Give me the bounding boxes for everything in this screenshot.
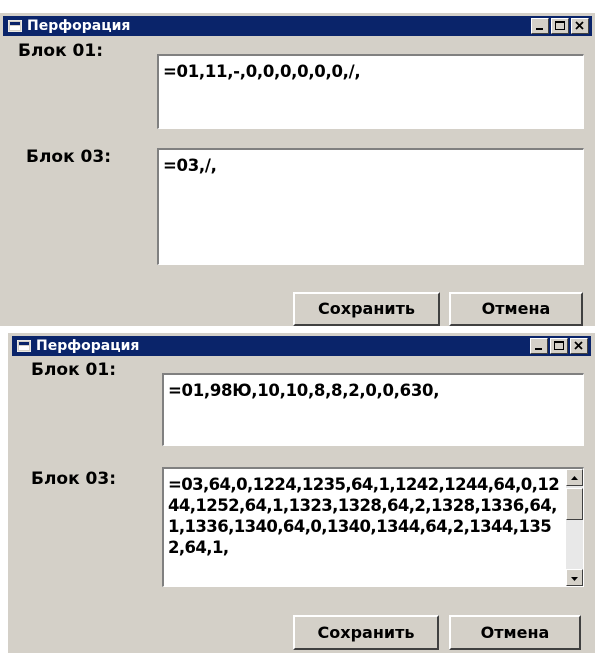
close-icon — [575, 21, 584, 30]
window-icon — [8, 20, 22, 32]
window-icon — [17, 340, 31, 352]
block01-value: =01,11,-,0,0,0,0,0,0,/, — [163, 62, 361, 81]
perforation-dialog-1: Перфорация Блок 01: =01,11,-,0,0,0,0,0,0… — [0, 13, 595, 326]
window-title: Перфорация — [27, 18, 131, 34]
block03-field[interactable]: =03,/, — [157, 148, 584, 265]
window-title: Перфорация — [36, 338, 140, 354]
block01-value: =01,98Ю,10,10,8,8,2,0,0,630, — [168, 381, 440, 400]
minimize-icon — [535, 348, 542, 350]
maximize-button[interactable] — [550, 338, 568, 354]
minimize-button[interactable] — [531, 18, 549, 34]
save-button[interactable]: Сохранить — [293, 292, 440, 326]
cancel-button-label: Отмена — [481, 299, 551, 318]
minimize-icon — [536, 28, 543, 30]
save-button-label: Сохранить — [317, 623, 415, 642]
block03-value: =03,64,0,1224,1235,64,1,1242,1244,64,0,1… — [168, 475, 560, 557]
title-bar[interactable]: Перфорация — [12, 336, 591, 356]
block03-field[interactable]: =03,64,0,1224,1235,64,1,1242,1244,64,0,1… — [162, 467, 584, 587]
block01-field[interactable]: =01,11,-,0,0,0,0,0,0,/, — [157, 54, 584, 129]
maximize-icon — [554, 341, 564, 350]
cancel-button[interactable]: Отмена — [449, 615, 581, 650]
title-bar[interactable]: Перфорация — [3, 16, 592, 36]
block01-label: Блок 01: — [18, 41, 103, 61]
scroll-down-button[interactable] — [566, 569, 583, 586]
save-button[interactable]: Сохранить — [293, 615, 439, 650]
block01-label: Блок 01: — [31, 360, 116, 380]
maximize-icon — [555, 21, 565, 30]
block03-scrollbar[interactable] — [566, 469, 583, 586]
block03-value: =03,/, — [163, 156, 217, 175]
close-button[interactable] — [570, 338, 588, 354]
scroll-up-button[interactable] — [566, 469, 583, 486]
close-icon — [574, 341, 583, 350]
scroll-thumb[interactable] — [566, 488, 583, 520]
block03-label: Блок 03: — [31, 469, 116, 489]
block03-label: Блок 03: — [26, 147, 111, 167]
minimize-button[interactable] — [530, 338, 548, 354]
maximize-button[interactable] — [551, 18, 569, 34]
perforation-dialog-2: Перфорация Блок 01: =01,98Ю,10,10,8,8,2,… — [8, 333, 595, 653]
cancel-button[interactable]: Отмена — [449, 292, 583, 326]
save-button-label: Сохранить — [318, 299, 415, 318]
cancel-button-label: Отмена — [480, 623, 550, 642]
block01-field[interactable]: =01,98Ю,10,10,8,8,2,0,0,630, — [162, 373, 584, 446]
arrow-down-icon — [571, 577, 578, 581]
arrow-up-icon — [571, 476, 578, 480]
close-button[interactable] — [571, 18, 589, 34]
